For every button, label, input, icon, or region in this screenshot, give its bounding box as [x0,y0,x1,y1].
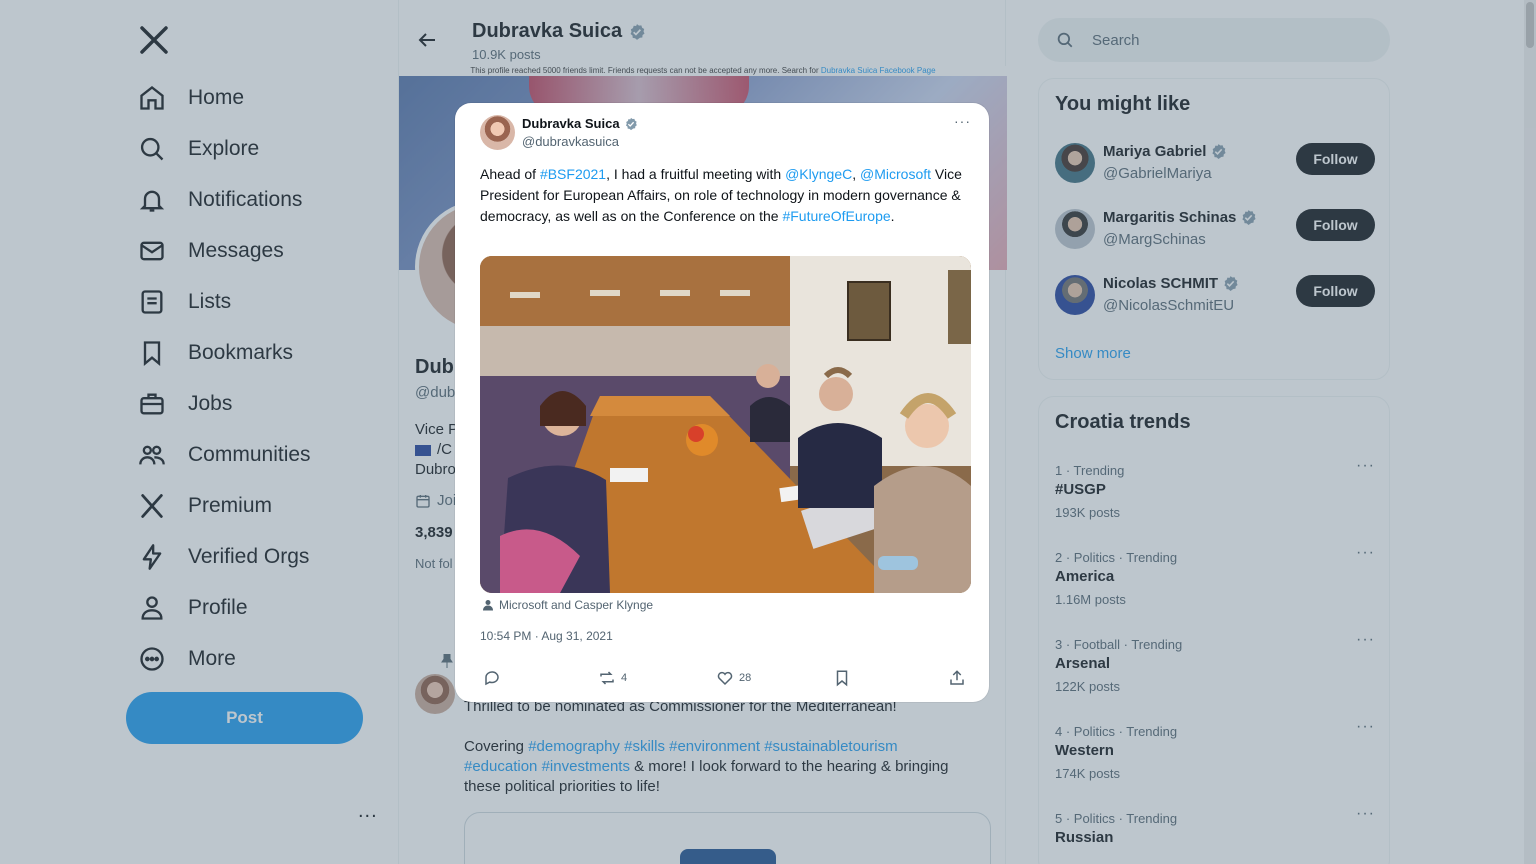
tagged-people[interactable]: Microsoft and Casper Klynge [482,598,653,612]
like-count: 28 [739,672,752,684]
avatar[interactable] [480,115,515,150]
bookmark-button[interactable] [833,669,856,687]
retweet-button[interactable]: 4 [598,669,627,687]
person-icon [483,600,493,611]
verified-badge-icon [625,117,637,130]
tweet-actions: 4 28 [480,669,970,691]
retweet-count: 4 [621,672,628,684]
share-button[interactable] [948,669,971,687]
heart-icon [717,671,733,686]
share-icon [950,670,964,685]
tweet-text: Ahead of #BSF2021, I had a fruitful meet… [480,164,970,227]
retweet-icon [600,671,614,685]
meeting-room-photo [480,256,971,593]
tweet-author-name[interactable]: Dubravka Suica [522,116,638,131]
tweet-text-segment: , [852,166,861,182]
more-dots-icon[interactable]: ··· [954,113,971,129]
tagged-people-text: Microsoft and Casper Klynge [499,598,654,612]
like-button[interactable]: 28 [716,669,751,687]
reply-button[interactable] [483,669,506,687]
tweet-author-handle[interactable]: @dubravkasuica [522,134,619,149]
tweet-timestamp[interactable]: 10:54 PM · Aug 31, 2021 [480,629,613,643]
tweet-author-name-text: Dubravka Suica [522,116,620,131]
hashtag-link[interactable]: #BSF2021 [540,166,606,182]
tweet-text-segment: . [890,208,895,224]
hashtag-link[interactable]: #FutureOfEurope [782,208,890,224]
tweet-modal: Dubravka Suica @dubravkasuica ··· Ahead … [455,103,989,702]
tweet-text-segment: , I had a fruitful meeting with [606,166,786,182]
tweet-photo[interactable] [480,256,971,593]
mention-link[interactable]: @Microsoft [860,166,931,182]
reply-icon [485,671,499,686]
mention-link[interactable]: @KlyngeC [785,166,852,182]
bookmark-icon [836,670,848,687]
tweet-text-segment: Ahead of [480,166,540,182]
